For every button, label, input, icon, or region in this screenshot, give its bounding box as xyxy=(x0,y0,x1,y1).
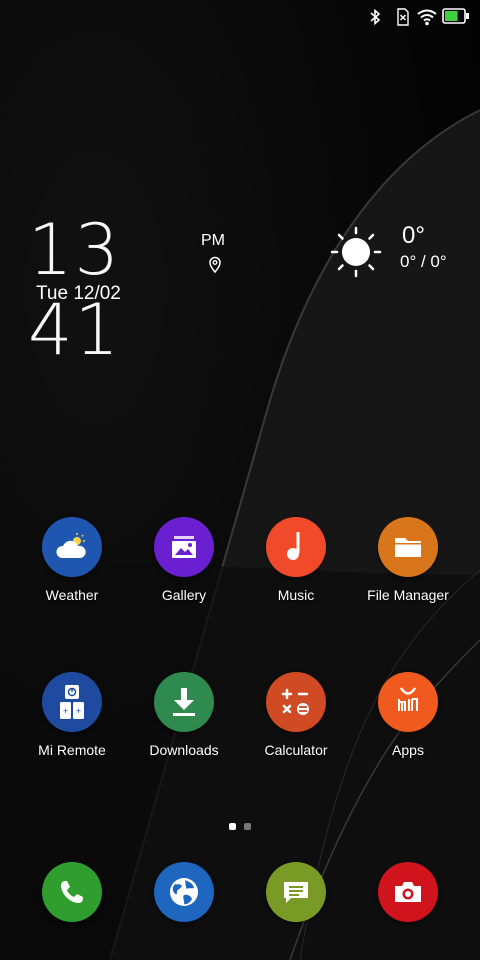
wifi-icon xyxy=(417,8,437,31)
app-label: Music xyxy=(277,587,315,603)
location-pin-icon xyxy=(208,256,222,279)
messages-icon[interactable] xyxy=(266,862,326,922)
page-indicator xyxy=(0,823,480,831)
app-calculator[interactable]: Calculator xyxy=(240,672,352,758)
page-dot-active[interactable] xyxy=(229,823,236,830)
clock-widget[interactable]: 13 41 PM Tue 12/02 xyxy=(26,210,236,370)
folder-icon xyxy=(378,517,438,577)
battery-icon xyxy=(442,8,470,29)
sun-icon xyxy=(330,226,382,283)
weather-temp: 0° xyxy=(402,222,425,249)
download-icon xyxy=(154,672,214,732)
app-downloads[interactable]: Downloads xyxy=(128,672,240,758)
app-music[interactable]: Music xyxy=(240,517,352,603)
cloud-sun-icon xyxy=(42,517,102,577)
app-label: Apps xyxy=(392,742,424,758)
clock-date: Tue 12/02 xyxy=(36,283,121,304)
app-label: Calculator xyxy=(264,742,328,758)
svg-text:+: + xyxy=(63,706,68,716)
app-file-manager[interactable]: File Manager xyxy=(352,517,464,603)
svg-text:+: + xyxy=(76,706,81,716)
bluetooth-icon xyxy=(368,8,382,31)
calculator-icon xyxy=(266,672,326,732)
clock-ampm: PM xyxy=(201,232,225,249)
browser-globe-icon[interactable] xyxy=(154,862,214,922)
camera-icon[interactable] xyxy=(378,862,438,922)
status-bar xyxy=(0,0,480,34)
weather-widget[interactable]: 0° 0° / 0° xyxy=(330,222,470,282)
app-apps[interactable]: Apps xyxy=(352,672,464,758)
app-label: Weather xyxy=(45,587,99,603)
sim-none-icon xyxy=(396,8,410,31)
phone-icon[interactable] xyxy=(42,862,102,922)
dock xyxy=(0,862,480,922)
wallpaper xyxy=(0,0,480,960)
app-label: Downloads xyxy=(149,742,219,758)
gallery-icon xyxy=(154,517,214,577)
music-note-icon xyxy=(266,517,326,577)
app-label: File Manager xyxy=(367,587,449,603)
app-mi-remote[interactable]: + + Mi Remote xyxy=(16,672,128,758)
app-weather[interactable]: Weather xyxy=(16,517,128,603)
app-label: Mi Remote xyxy=(38,742,106,758)
app-label: Gallery xyxy=(161,587,207,603)
page-dot[interactable] xyxy=(244,823,251,830)
weather-range: 0° / 0° xyxy=(400,252,447,271)
mi-bag-icon xyxy=(378,672,438,732)
app-gallery[interactable]: Gallery xyxy=(128,517,240,603)
remote-icon: + + xyxy=(42,672,102,732)
